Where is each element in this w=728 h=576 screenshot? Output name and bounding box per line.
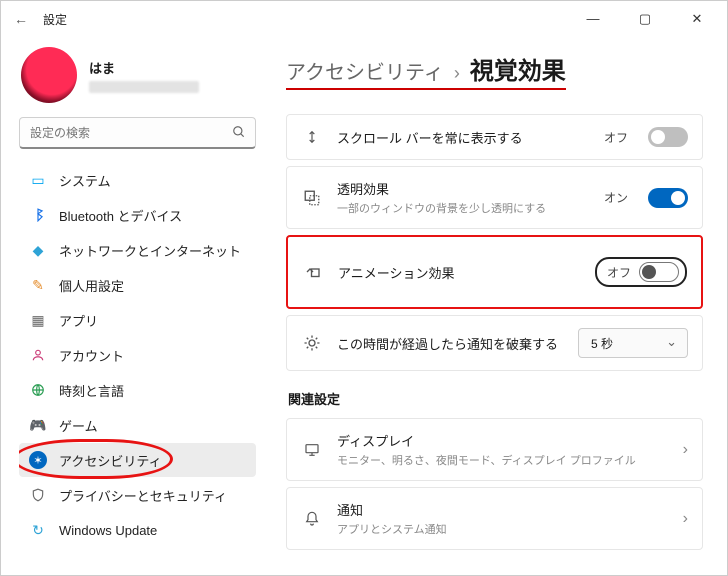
page-title: 視覚効果 [470,51,566,86]
dismiss-time-select[interactable]: 5 秒 [578,328,688,358]
row-subtitle: アプリとシステム通知 [337,521,669,537]
avatar [21,47,77,103]
apps-icon: ▦ [29,311,47,329]
scrollbar-icon [301,128,323,146]
sidebar-item-personalization[interactable]: ✎ 個人用設定 [19,268,256,302]
sidebar-item-label: Windows Update [59,523,157,538]
select-value: 5 秒 [591,335,613,352]
sidebar-item-bluetooth[interactable]: Bluetooth とデバイス [19,198,256,232]
row-title: 通知 [337,500,669,519]
globe-icon [29,381,47,399]
row-related-notifications[interactable]: 通知 アプリとシステム通知 › [286,487,703,550]
chevron-right-icon: › [683,510,688,528]
window-title: 設定 [43,11,67,28]
toggle-scrollbar[interactable] [648,127,688,147]
titlebar: ← 設定 — ▢ ✕ [1,1,727,37]
sidebar-item-label: 時刻と言語 [59,381,124,400]
toggle-transparency[interactable] [648,188,688,208]
main-content: アクセシビリティ › 視覚効果 スクロール バーを常に表示する オフ 透明効果 … [266,37,727,575]
sidebar-item-label: プライバシーとセキュリティ [59,486,227,505]
toggle-animation-frame: オフ [595,257,687,287]
row-animation[interactable]: アニメーション効果 オフ [286,235,703,309]
sidebar-item-privacy[interactable]: プライバシーとセキュリティ [19,478,256,512]
sidebar-item-label: システム [59,171,111,190]
breadcrumb: アクセシビリティ › 視覚効果 [286,51,566,90]
sidebar-item-label: アクセシビリティ [59,451,162,470]
shield-icon [29,486,47,504]
row-title: ディスプレイ [337,431,669,450]
gamepad-icon: 🎮 [29,416,47,434]
sidebar-item-network[interactable]: ◆ ネットワークとインターネット [19,233,256,267]
sidebar-item-account[interactable]: アカウント [19,338,256,372]
row-subtitle: 一部のウィンドウの背景を少し透明にする [337,200,590,216]
sidebar-item-system[interactable]: ▭ システム [19,163,256,197]
transparency-icon [301,189,323,207]
bell-icon [301,511,323,527]
profile-name: はま [89,58,199,77]
toggle-state-label: オン [604,189,628,206]
minimize-button[interactable]: — [579,11,607,27]
related-settings-heading: 関連設定 [288,389,703,408]
sidebar-item-time-language[interactable]: 時刻と言語 [19,373,256,407]
display-icon: ▭ [29,171,47,189]
profile-block[interactable]: はま [21,47,256,103]
brightness-icon [301,334,323,352]
profile-email [89,81,199,93]
sidebar: はま ▭ システム Bluetooth とデ [1,37,266,575]
close-button[interactable]: ✕ [683,11,711,27]
sidebar-nav: ▭ システム Bluetooth とデバイス ◆ ネットワークとインターネット … [19,163,256,547]
chevron-right-icon: › [683,441,688,459]
row-related-display[interactable]: ディスプレイ モニター、明るさ、夜間モード、ディスプレイ プロファイル › [286,418,703,481]
row-subtitle: モニター、明るさ、夜間モード、ディスプレイ プロファイル [337,452,669,468]
chevron-right-icon: › [454,63,460,84]
toggle-animation[interactable] [639,262,679,282]
accessibility-icon: ✶ [29,451,47,469]
row-title: 透明効果 [337,179,590,198]
row-scrollbar[interactable]: スクロール バーを常に表示する オフ [286,114,703,160]
row-dismiss-notifications[interactable]: この時間が経過したら通知を破棄する 5 秒 [286,315,703,371]
sidebar-item-apps[interactable]: ▦ アプリ [19,303,256,337]
row-title: この時間が経過したら通知を破棄する [337,334,564,353]
row-transparency[interactable]: 透明効果 一部のウィンドウの背景を少し透明にする オン [286,166,703,229]
maximize-button[interactable]: ▢ [631,11,659,27]
sidebar-item-windows-update[interactable]: ↻ Windows Update [19,513,256,547]
sidebar-item-accessibility[interactable]: ✶ アクセシビリティ [19,443,256,477]
monitor-icon [301,442,323,458]
sidebar-item-label: ゲーム [59,416,98,435]
toggle-state-label: オフ [604,129,628,146]
sidebar-item-label: 個人用設定 [59,276,124,295]
account-icon [29,346,47,364]
update-icon: ↻ [29,521,47,539]
row-title: アニメーション効果 [338,263,581,282]
sidebar-item-label: アプリ [59,311,98,330]
sidebar-item-label: ネットワークとインターネット [59,241,241,260]
breadcrumb-parent[interactable]: アクセシビリティ [286,56,444,85]
toggle-state-label: オフ [607,264,631,281]
search-input[interactable] [19,117,256,149]
paintbrush-icon: ✎ [29,276,47,294]
bluetooth-icon [29,206,47,224]
sidebar-item-label: Bluetooth とデバイス [59,206,182,225]
wifi-icon: ◆ [29,241,47,259]
sidebar-item-gaming[interactable]: 🎮 ゲーム [19,408,256,442]
search-field[interactable] [19,117,256,149]
row-title: スクロール バーを常に表示する [337,128,590,147]
animation-icon [302,263,324,281]
back-button[interactable]: ← [9,7,33,31]
sidebar-item-label: アカウント [59,346,124,365]
